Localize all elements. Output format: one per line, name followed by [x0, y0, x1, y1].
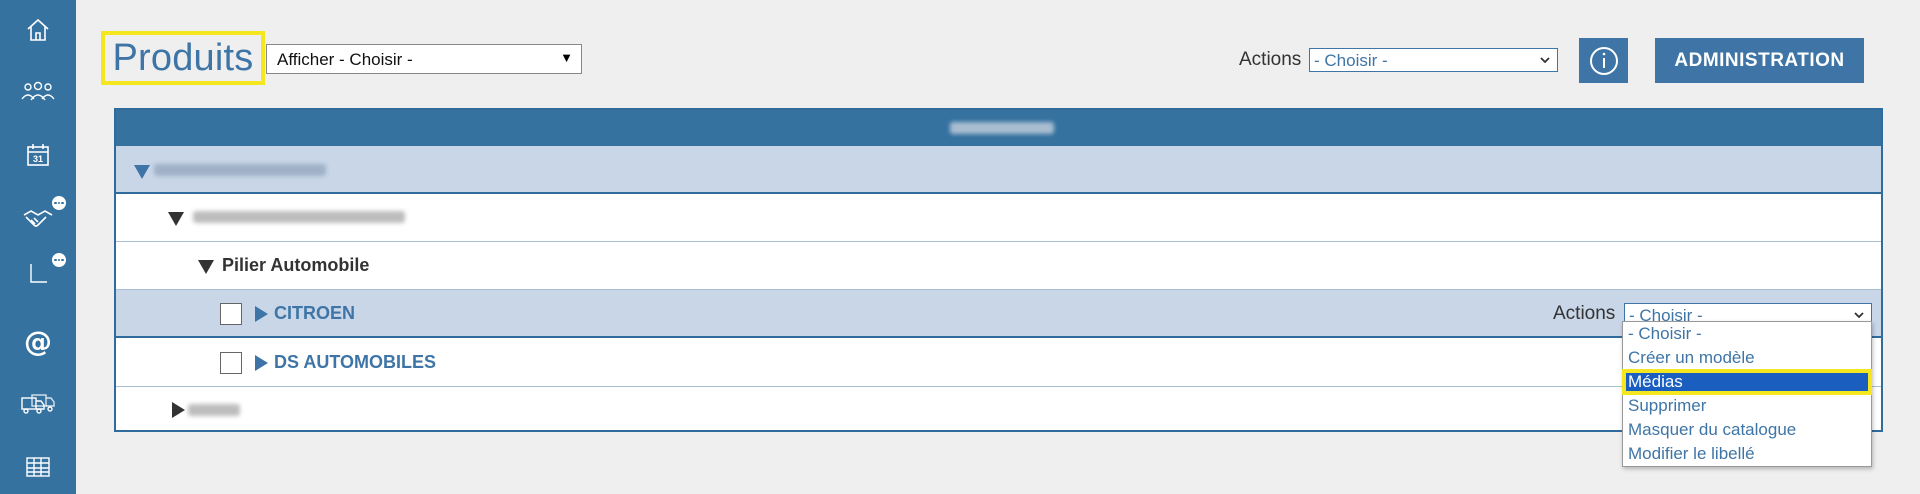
expand-triangle-icon[interactable] [168, 212, 184, 226]
product-tree: Pilier Automobile CITROEN Actions - Choi… [114, 108, 1883, 432]
sidebar-item-deliveries[interactable] [0, 382, 76, 426]
tree-row[interactable] [116, 146, 1881, 194]
tree-row[interactable] [116, 387, 1881, 435]
sidebar-item-tables[interactable] [0, 445, 76, 489]
row-checkbox[interactable] [220, 352, 242, 374]
dropdown-option-masquer[interactable]: Masquer du catalogue [1623, 418, 1871, 442]
redacted-text [154, 164, 326, 176]
administration-button[interactable]: ADMINISTRATION [1655, 38, 1864, 83]
tree-row-label[interactable]: DS AUTOMOBILES [274, 352, 436, 373]
svg-text:31: 31 [33, 154, 43, 164]
redacted-text [193, 211, 405, 223]
display-filter-select[interactable]: Afficher - Choisir - ▼ [266, 44, 582, 74]
at-icon: @ [24, 324, 52, 358]
tree-row[interactable]: DS AUTOMOBILES [116, 339, 1881, 387]
people-group-icon [21, 81, 55, 101]
expand-triangle-icon[interactable] [172, 402, 185, 418]
info-button[interactable] [1579, 38, 1628, 83]
expand-triangle-icon[interactable] [255, 306, 268, 322]
chevron-down-icon [1540, 57, 1550, 64]
dropdown-option-medias[interactable]: Médias [1622, 369, 1872, 395]
page-title-highlight: Produits [101, 31, 265, 85]
handshake-icon [23, 210, 53, 227]
row-actions-dropdown: - Choisir - Créer un modèle Médias Suppr… [1622, 321, 1872, 467]
header-actions-value: - Choisir - [1314, 51, 1388, 70]
row-actions-label: Actions [1553, 303, 1616, 324]
sidebar-item-calendar[interactable]: 31 [0, 133, 76, 177]
calendar-icon: 31 [27, 144, 49, 166]
tree-row-selected[interactable]: CITROEN Actions - Choisir - [116, 290, 1881, 338]
sidebar-item-deals[interactable] [0, 194, 76, 240]
caret-down-icon: ▼ [560, 50, 573, 65]
tree-row[interactable]: Pilier Automobile [116, 242, 1881, 290]
tree-row-label[interactable]: CITROEN [274, 303, 355, 324]
dropdown-option-choisir[interactable]: - Choisir - [1623, 322, 1871, 346]
chart-axis-icon [30, 264, 47, 283]
sidebar: 31 @ [0, 0, 76, 494]
sidebar-item-home[interactable] [0, 8, 76, 52]
info-icon [1589, 46, 1618, 75]
notification-badge-icon [50, 251, 68, 269]
expand-triangle-icon[interactable] [255, 355, 268, 371]
row-checkbox[interactable] [220, 303, 242, 325]
display-filter-value: Afficher - Choisir - [277, 50, 413, 69]
sidebar-item-email[interactable]: @ [0, 319, 76, 363]
trucks-icon [21, 394, 55, 414]
dropdown-option-creer-modele[interactable]: Créer un modèle [1623, 346, 1871, 370]
tree-row-label: Pilier Automobile [222, 255, 370, 275]
table-icon [26, 457, 50, 477]
expand-triangle-icon[interactable] [134, 165, 150, 179]
expand-triangle-icon[interactable] [198, 260, 214, 274]
sidebar-item-contacts[interactable] [0, 70, 76, 114]
sidebar-item-reports[interactable] [0, 251, 76, 295]
redacted-text [950, 122, 1054, 134]
dropdown-option-modifier-libelle[interactable]: Modifier le libellé [1623, 442, 1871, 466]
tree-row[interactable] [116, 194, 1881, 242]
page-title: Produits [112, 36, 254, 79]
notification-badge-icon [50, 194, 68, 212]
actions-label: Actions [1239, 49, 1302, 70]
header-actions-select[interactable]: - Choisir - [1309, 48, 1558, 72]
home-icon [27, 18, 49, 41]
tree-header [116, 110, 1881, 146]
dropdown-option-supprimer[interactable]: Supprimer [1623, 394, 1871, 418]
redacted-text [188, 404, 240, 416]
